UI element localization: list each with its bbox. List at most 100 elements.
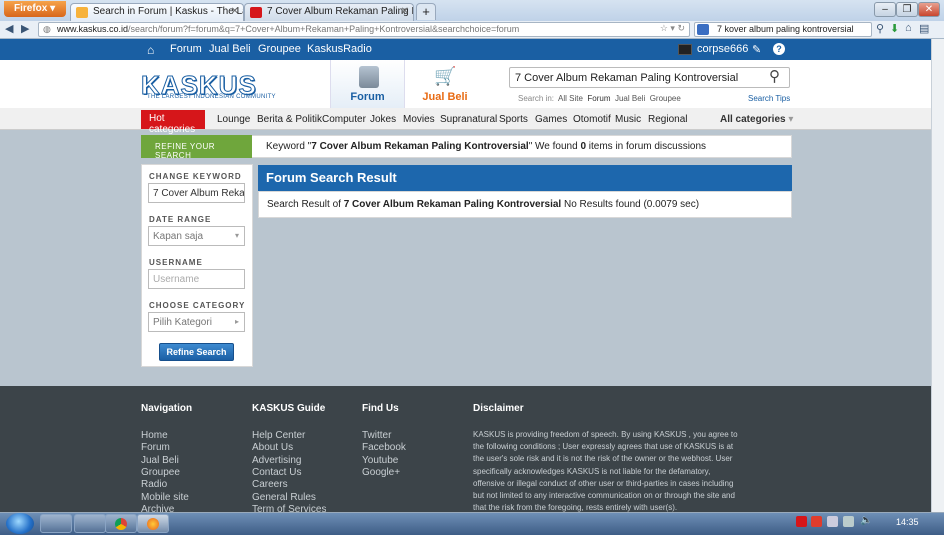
- edit-pencil-icon[interactable]: ✎: [752, 43, 761, 56]
- volume-icon[interactable]: 🔈: [860, 515, 872, 526]
- search-tips-link[interactable]: Search Tips: [748, 94, 790, 103]
- download-arrow-icon[interactable]: ⬇: [890, 22, 899, 35]
- reload-icon[interactable]: ☆ ▾ ↻: [660, 23, 685, 34]
- url-path: /search/forum?f=forum&q=7+Cover+Album+Re…: [128, 24, 520, 34]
- kaskus-favicon-icon: [76, 7, 88, 18]
- network-tray-icon[interactable]: [827, 516, 838, 527]
- new-tab-button[interactable]: +: [416, 3, 436, 20]
- topbar-link-jualbeli[interactable]: Jual Beli: [209, 43, 251, 55]
- category-music[interactable]: Music: [615, 114, 641, 125]
- search-in-forum[interactable]: Forum: [587, 94, 610, 103]
- footer-link[interactable]: Term of Services: [252, 504, 326, 512]
- hot-categories-button[interactable]: Hot categories: [141, 110, 205, 135]
- disclaimer-text: KASKUS is providing freedom of speech. B…: [473, 430, 738, 513]
- tab-close-icon[interactable]: ✕: [231, 6, 239, 17]
- keyword-summary: Keyword "7 Cover Album Rekaman Paling Ko…: [266, 141, 706, 152]
- home-icon[interactable]: ⌂: [147, 43, 154, 57]
- footer-link[interactable]: Radio: [141, 479, 167, 490]
- url-bar[interactable]: ◍ www.kaskus.co.id/search/forum?f=forum&…: [38, 22, 690, 37]
- help-icon[interactable]: ?: [773, 43, 785, 55]
- footer-disclaimer-title: Disclaimer: [473, 403, 524, 414]
- page-scrollbar[interactable]: [931, 39, 944, 512]
- footer-link-twitter[interactable]: Twitter: [362, 430, 391, 441]
- footer-link-googleplus[interactable]: Google+: [362, 467, 400, 478]
- start-button[interactable]: [6, 513, 34, 534]
- refine-your-search-button[interactable]: REFINE YOUR SEARCH: [141, 135, 252, 160]
- topbar-link-forum[interactable]: Forum: [170, 43, 202, 55]
- search-icon[interactable]: ⚲: [769, 67, 780, 85]
- footer-link[interactable]: Jual Beli: [141, 455, 179, 466]
- username-input[interactable]: Username: [148, 269, 245, 289]
- footer-link[interactable]: Contact Us: [252, 467, 301, 478]
- category-lounge[interactable]: Lounge: [217, 114, 250, 125]
- result-prefix: Search Result of: [267, 199, 344, 210]
- footer-link[interactable]: Groupee: [141, 467, 180, 478]
- search-in-all-site[interactable]: All Site: [558, 94, 583, 103]
- topbar-link-groupee[interactable]: Groupee: [258, 43, 301, 55]
- category-berita-politik[interactable]: Berita & Politik: [257, 114, 322, 125]
- category-otomotif[interactable]: Otomotif: [573, 114, 611, 125]
- firefox-taskbar-icon[interactable]: [137, 514, 169, 533]
- footer-link[interactable]: Home: [141, 430, 168, 441]
- keyword-input[interactable]: 7 Cover Album Rekam: [148, 183, 245, 203]
- bookmarks-menu-icon[interactable]: ▤: [919, 22, 929, 35]
- chrome-taskbar-icon[interactable]: [105, 514, 137, 533]
- date-range-value: Kapan saja: [153, 231, 204, 242]
- display-tray-icon[interactable]: [843, 516, 854, 527]
- search-in-groupee[interactable]: Groupee: [650, 94, 681, 103]
- shopping-cart-icon: 🛒: [434, 66, 457, 86]
- all-categories-dropdown[interactable]: All categories ▾: [720, 114, 793, 125]
- search-engine-icon[interactable]: [697, 24, 709, 35]
- footer-link[interactable]: Mobile site: [141, 492, 189, 503]
- kaskus-favicon-icon: [250, 7, 262, 18]
- category-sports[interactable]: Sports: [499, 114, 528, 125]
- footer-link[interactable]: Archive: [141, 504, 174, 512]
- acrobat-tray-icon[interactable]: [811, 516, 822, 527]
- close-window-icon[interactable]: ✕: [918, 2, 940, 17]
- category-supranatural[interactable]: Supranatural: [440, 114, 497, 125]
- home-icon[interactable]: ⌂: [905, 22, 912, 34]
- firefox-menu-button[interactable]: Firefox ▾: [4, 1, 66, 17]
- footer-link[interactable]: About Us: [252, 442, 293, 453]
- footer-link-youtube[interactable]: Youtube: [362, 455, 398, 466]
- footer-link-facebook[interactable]: Facebook: [362, 442, 406, 453]
- minimize-icon[interactable]: –: [874, 2, 896, 17]
- result-suffix: No Results found (0.0079 sec): [561, 199, 700, 210]
- chevron-right-icon: ▸: [234, 317, 239, 326]
- username-link[interactable]: corpse666: [697, 43, 748, 55]
- firefox-menu-label: Firefox: [14, 3, 48, 14]
- browser-tab-search[interactable]: Search in Forum | Kaskus - The Large... …: [70, 3, 244, 21]
- footer-link[interactable]: General Rules: [252, 492, 316, 503]
- category-select[interactable]: Pilih Kategori ▸: [148, 312, 245, 332]
- footer-guide-title: KASKUS Guide: [252, 403, 326, 414]
- maximize-icon[interactable]: ❐: [896, 2, 918, 17]
- footer-link[interactable]: Advertising: [252, 455, 301, 466]
- category-jokes[interactable]: Jokes: [370, 114, 396, 125]
- pdf-tray-icon[interactable]: [796, 516, 807, 527]
- back-arrow-icon[interactable]: ◀: [5, 22, 13, 35]
- category-computer[interactable]: Computer: [322, 114, 366, 125]
- footer-link[interactable]: Careers: [252, 479, 288, 490]
- browser-search-field[interactable]: 7 kover album paling kontroversial: [694, 22, 872, 37]
- forward-arrow-icon[interactable]: ▶: [21, 22, 29, 35]
- avatar[interactable]: [678, 44, 692, 55]
- all-categories-label: All categories: [720, 114, 786, 125]
- category-regional[interactable]: Regional: [648, 114, 687, 125]
- category-games[interactable]: Games: [535, 114, 567, 125]
- explorer-taskbar-icon[interactable]: [40, 514, 72, 533]
- jualbeli-nav-label[interactable]: Jual Beli: [415, 91, 475, 103]
- refine-search-button[interactable]: Refine Search: [159, 343, 234, 361]
- category-movies[interactable]: Movies: [403, 114, 435, 125]
- browser-tab-article[interactable]: 7 Cover Album Rekaman Paling Kont... ✕: [244, 3, 414, 21]
- tab-close-icon[interactable]: ✕: [401, 6, 409, 17]
- footer-link[interactable]: Forum: [141, 442, 170, 453]
- date-range-select[interactable]: Kapan saja ▾: [148, 226, 245, 246]
- kaskus-search-input[interactable]: 7 Cover Album Rekaman Paling Kontroversi…: [509, 67, 790, 88]
- notepad-taskbar-icon[interactable]: [74, 514, 106, 533]
- footer-link[interactable]: Help Center: [252, 430, 305, 441]
- topbar-link-kaskusradio[interactable]: KaskusRadio: [307, 43, 372, 55]
- forum-nav-label[interactable]: Forum: [330, 91, 405, 103]
- search-magnifier-icon[interactable]: ⚲: [876, 22, 884, 35]
- footer-navigation-title: Navigation: [141, 403, 193, 414]
- search-in-jualbeli[interactable]: Jual Beli: [615, 94, 645, 103]
